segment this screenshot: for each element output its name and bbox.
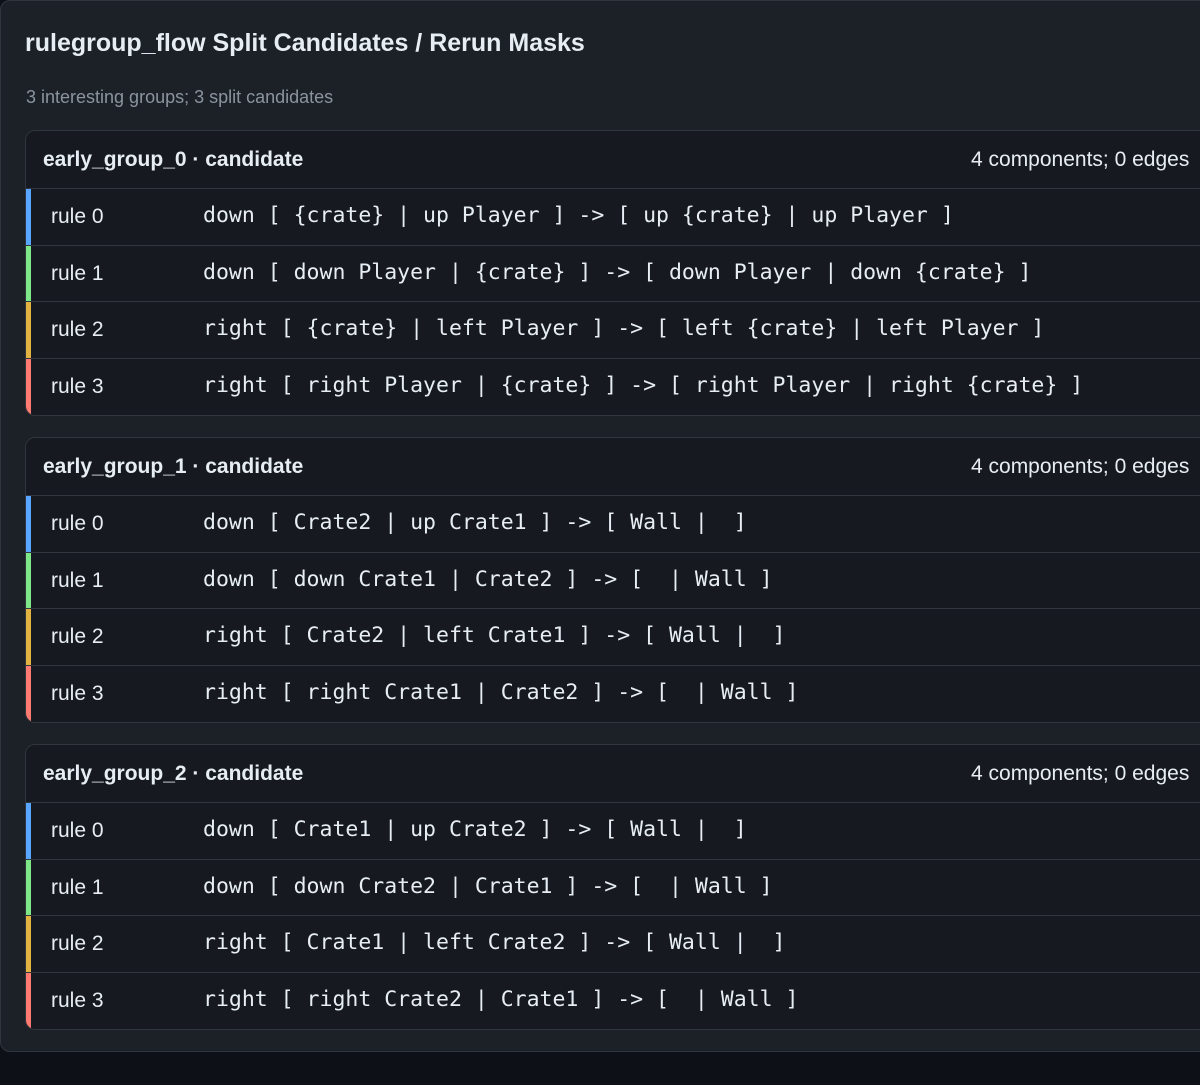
rule-label: rule 0 (51, 819, 104, 842)
rule-color-bar (26, 803, 31, 859)
rule-row: rule 1 down [ down Player | {crate} ] ->… (26, 245, 1200, 302)
rule-label: rule 1 (51, 875, 104, 899)
group-header[interactable]: early_group_0 · candidate 4 components; … (26, 131, 1200, 189)
rule-text: down [ Crate1 | up Crate2 ] -> [ Wall | … (203, 817, 747, 842)
group-name: early_group_2 · candidate (43, 762, 304, 785)
rule-color-bar (26, 496, 31, 552)
rule-label: rule 2 (51, 318, 104, 341)
rule-text: down [ down Crate1 | Crate2 ] -> [ | Wal… (203, 566, 773, 592)
rule-color-bar (26, 245, 31, 301)
group-meta: 4 components; 0 edges (971, 148, 1190, 171)
rule-row: rule 2 right [ {crate} | left Player ] -… (26, 302, 1200, 359)
rule-row: rule 3 right [ right Crate2 | Crate1 ] -… (26, 972, 1200, 1029)
rule-color-bar (26, 972, 31, 1029)
rule-row: rule 2 right [ Crate1 | left Crate2 ] ->… (26, 916, 1200, 973)
rule-text: right [ {crate} | left Player ] -> [ lef… (203, 316, 1045, 341)
panel-title: rulegroup_flow Split Candidates / Rerun … (25, 29, 585, 57)
panel-summary: 3 interesting groups; 3 split candidates (26, 87, 334, 107)
rule-color-bar (26, 916, 31, 972)
rule-label: rule 0 (51, 205, 104, 228)
rule-row: rule 2 right [ Crate2 | left Crate1 ] ->… (26, 609, 1200, 666)
rule-text: down [ Crate2 | up Crate1 ] -> [ Wall | … (203, 510, 747, 535)
rule-color-bar (26, 358, 31, 415)
rule-color-bar (26, 609, 31, 665)
rule-label: rule 3 (51, 681, 104, 705)
rule-text: down [ {crate} | up Player ] -> [ up {cr… (203, 203, 954, 228)
rule-label: rule 3 (51, 988, 104, 1012)
rule-row: rule 0 down [ Crate2 | up Crate1 ] -> [ … (26, 496, 1200, 553)
rule-label: rule 1 (51, 568, 104, 592)
group-card: early_group_0 · candidate 4 components; … (25, 130, 1200, 416)
rule-label: rule 0 (51, 512, 104, 535)
rule-row: rule 3 right [ right Player | {crate} ] … (26, 358, 1200, 415)
rule-text: right [ Crate1 | left Crate2 ] -> [ Wall… (203, 930, 786, 955)
rule-color-bar (26, 302, 31, 358)
rule-row: rule 0 down [ Crate1 | up Crate2 ] -> [ … (26, 803, 1200, 860)
rule-color-bar (26, 665, 31, 722)
rule-text: right [ right Player | {crate} ] -> [ ri… (203, 372, 1084, 398)
rule-text: right [ right Crate2 | Crate1 ] -> [ | W… (203, 986, 799, 1012)
rule-text: down [ down Crate2 | Crate1 ] -> [ | Wal… (203, 873, 773, 899)
rule-text: down [ down Player | {crate} ] -> [ down… (203, 259, 1032, 285)
rule-label: rule 1 (51, 261, 104, 285)
group-meta: 4 components; 0 edges (971, 455, 1190, 478)
split-candidates-panel: rulegroup_flow Split Candidates / Rerun … (0, 0, 1200, 1052)
group-name: early_group_1 · candidate (43, 455, 304, 478)
group-name: early_group_0 · candidate (43, 148, 304, 171)
rule-color-bar (26, 859, 31, 915)
rule-label: rule 2 (51, 625, 104, 648)
group-header[interactable]: early_group_1 · candidate 4 components; … (26, 438, 1200, 496)
rule-text: right [ right Crate1 | Crate2 ] -> [ | W… (203, 679, 799, 705)
rule-label: rule 3 (51, 374, 104, 398)
rule-row: rule 1 down [ down Crate1 | Crate2 ] -> … (26, 552, 1200, 609)
rule-label: rule 2 (51, 932, 104, 955)
group-card: early_group_2 · candidate 4 components; … (25, 744, 1200, 1030)
rule-row: rule 1 down [ down Crate2 | Crate1 ] -> … (26, 859, 1200, 916)
rule-row: rule 0 down [ {crate} | up Player ] -> [… (26, 189, 1200, 246)
group-header[interactable]: early_group_2 · candidate 4 components; … (26, 745, 1200, 803)
rule-color-bar (26, 189, 31, 245)
rule-row: rule 3 right [ right Crate1 | Crate2 ] -… (26, 665, 1200, 722)
rule-color-bar (26, 552, 31, 608)
group-card: early_group_1 · candidate 4 components; … (25, 437, 1200, 723)
group-meta: 4 components; 0 edges (971, 762, 1190, 785)
rule-text: right [ Crate2 | left Crate1 ] -> [ Wall… (203, 623, 786, 648)
